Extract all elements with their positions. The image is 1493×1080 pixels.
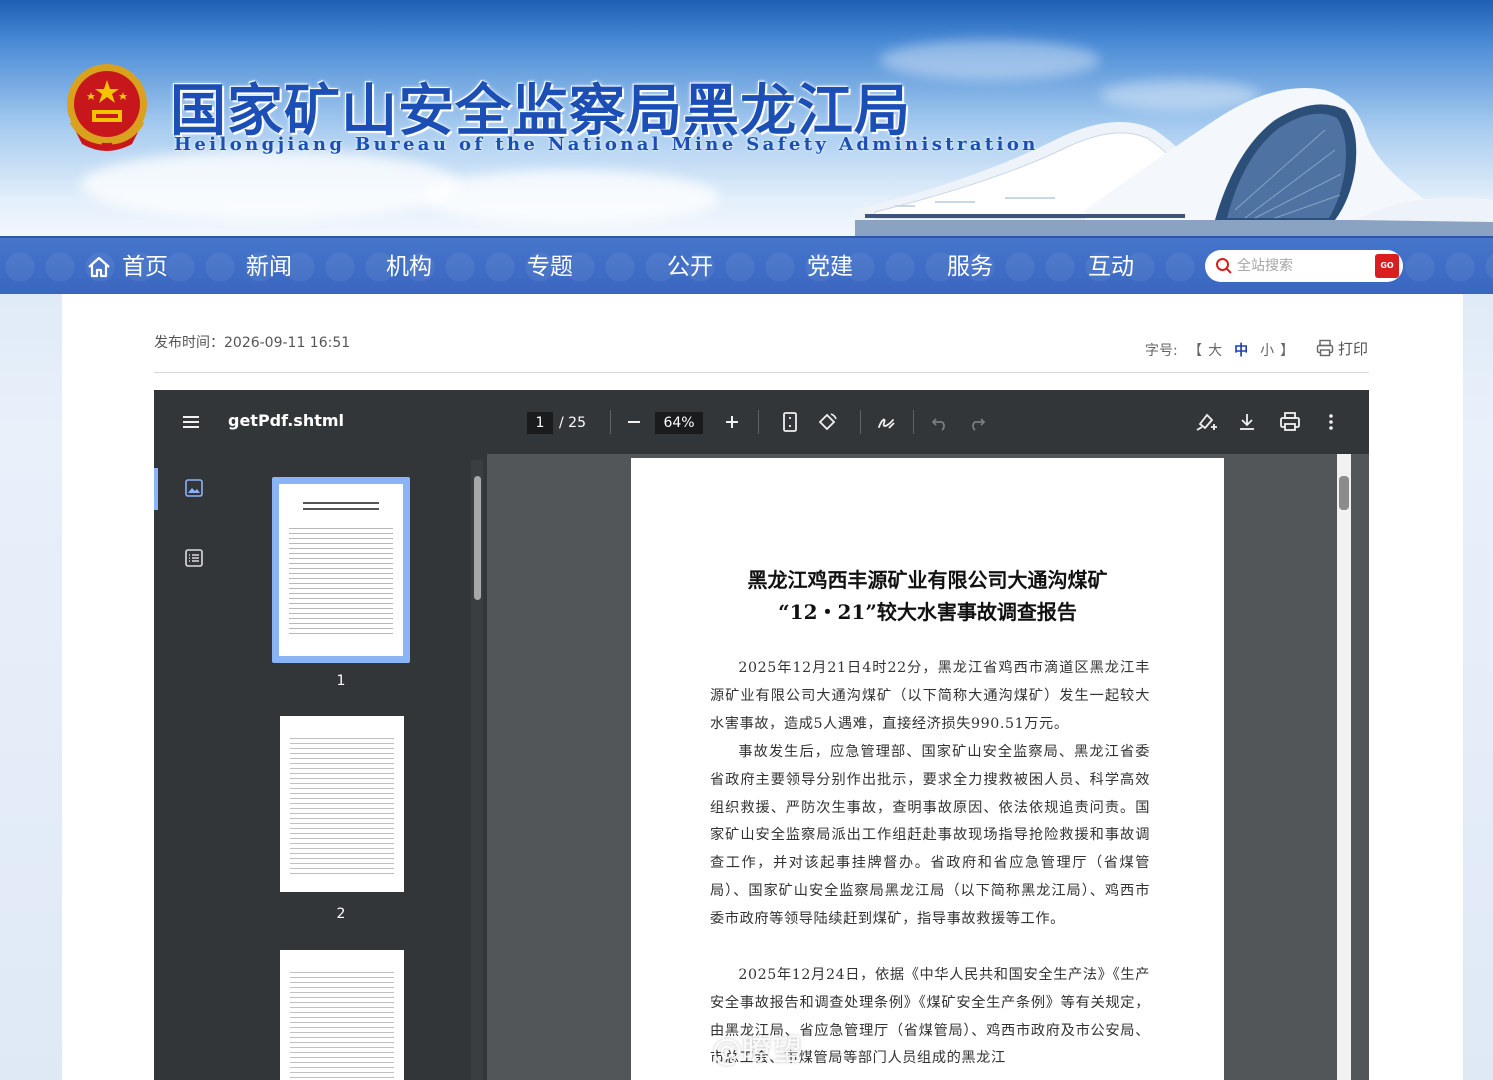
pdf-viewer: getPdf.shtml 1 / 25 64% 1 2 黑龙江鸡西丰源矿业有限公… (154, 390, 1369, 1080)
download-icon[interactable] (1235, 410, 1259, 434)
toolbar-separator (758, 410, 759, 434)
print-label: 打印 (1338, 340, 1369, 358)
pdf-page: 黑龙江鸡西丰源矿业有限公司大通沟煤矿 “12・21”较大水害事故调查报告 202… (631, 458, 1224, 1080)
home-icon[interactable] (86, 254, 112, 280)
menu-icon[interactable] (179, 410, 203, 434)
zoom-level-input[interactable]: 64% (655, 412, 703, 434)
font-size-bracket-close: 】 (1280, 343, 1295, 359)
document-title-line-2: “12・21”较大水害事故调查报告 (778, 600, 1077, 624)
main-nav: 首页 新闻 机构 专题 公开 党建 服务 互动 GO (0, 236, 1493, 294)
pdf-toolbar: getPdf.shtml 1 / 25 64% (154, 390, 1369, 454)
font-size-label: 字号: (1145, 343, 1178, 359)
undo-icon[interactable] (928, 410, 952, 434)
document-title: 黑龙江鸡西丰源矿业有限公司大通沟煤矿 (747, 568, 1108, 592)
toolbar-separator (610, 410, 611, 434)
nav-item-topics[interactable]: 专题 (527, 238, 573, 296)
print-button[interactable]: 打印 (1316, 338, 1368, 359)
nav-item-interaction[interactable]: 互动 (1088, 238, 1134, 296)
nav-item-public[interactable]: 公开 (667, 238, 713, 296)
page-scrollbar[interactable] (1337, 454, 1351, 1080)
nav-item-organization[interactable]: 机构 (386, 238, 432, 296)
rotate-icon[interactable] (815, 410, 839, 434)
site-search: GO (1205, 250, 1403, 282)
font-size-control: 字号: 【大中小】 (1145, 340, 1294, 360)
nav-item-services[interactable]: 服务 (947, 238, 993, 296)
publish-time: 发布时间：2026-09-11 16:51 (154, 335, 351, 351)
thumbnail-view-icon[interactable] (184, 478, 204, 498)
zoom-in-icon[interactable] (720, 410, 744, 434)
weibo-logo-icon (668, 1031, 703, 1058)
page-thumbnail[interactable] (280, 716, 404, 892)
search-input[interactable] (1237, 254, 1367, 278)
print-icon[interactable] (1278, 410, 1302, 434)
pdf-page-area: 黑龙江鸡西丰源矿业有限公司大通沟煤矿 “12・21”较大水害事故调查报告 202… (505, 454, 1351, 1080)
font-size-medium[interactable]: 中 (1234, 343, 1248, 359)
toolbar-separator (913, 410, 914, 434)
more-options-icon[interactable] (1319, 410, 1343, 434)
page-total: / 25 (559, 415, 586, 431)
page-number-input[interactable]: 1 (527, 412, 553, 434)
sidebar-rail (154, 454, 234, 1080)
article-container: 发布时间：2026-09-11 16:51 字号: 【大中小】 打印 getPd… (62, 294, 1463, 1080)
font-size-large[interactable]: 大 (1208, 343, 1222, 359)
zoom-out-icon[interactable] (622, 410, 646, 434)
document-paragraph: 事故发生后，应急管理部、国家矿山安全监察局、黑龙江省委省政府主要领导分别作出批示… (710, 744, 1150, 927)
nav-item-home[interactable]: 首页 (122, 238, 168, 296)
font-size-bracket-open: 【 (1188, 343, 1203, 359)
toolbar-separator (860, 410, 861, 434)
site-banner: 国家矿山安全监察局黑龙江局 Heilongjiang Bureau of the… (0, 0, 1493, 236)
printer-icon (1316, 339, 1334, 357)
outline-view-icon[interactable] (184, 548, 204, 568)
thumbnail-page-number: 1 (336, 673, 346, 689)
nav-item-party[interactable]: 党建 (807, 238, 853, 296)
national-emblem-icon (67, 64, 147, 151)
fit-page-icon[interactable] (778, 410, 802, 434)
page-thumbnail[interactable] (280, 950, 404, 1080)
watermark-text: @瞭望 (712, 1033, 802, 1068)
page-scrollbar-thumb[interactable] (1339, 476, 1349, 510)
search-go-button[interactable]: GO (1375, 254, 1399, 278)
page-thumbnail[interactable] (279, 484, 403, 656)
annotate-pen-icon[interactable] (874, 410, 898, 434)
nav-item-news[interactable]: 新闻 (246, 238, 292, 296)
document-paragraph: 2025年12月21日4时22分，黑龙江省鸡西市滴道区黑龙江丰源矿业有限公司大通… (710, 660, 1150, 732)
highlight-tool-icon[interactable] (1194, 410, 1218, 434)
active-tab-indicator (154, 468, 158, 510)
grand-theatre-illustration (855, 88, 1493, 236)
thumbnail-scrollbar-thumb[interactable] (474, 476, 481, 600)
font-size-small[interactable]: 小 (1260, 343, 1274, 359)
thumbnail-panel: 1 2 (234, 454, 487, 1080)
search-icon (1216, 258, 1232, 274)
header-divider (154, 372, 1369, 373)
pdf-file-name: getPdf.shtml (228, 411, 345, 430)
redo-icon[interactable] (965, 410, 989, 434)
thumbnail-page-number: 2 (336, 906, 346, 922)
